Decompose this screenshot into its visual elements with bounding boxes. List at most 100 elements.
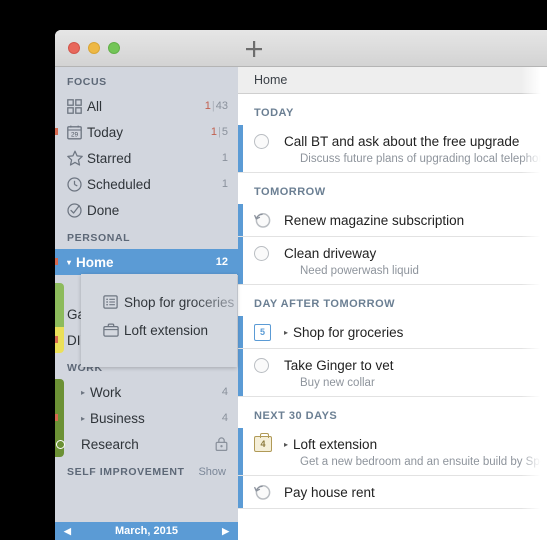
- minimize-button[interactable]: [88, 42, 100, 54]
- count-total: 5: [221, 126, 228, 138]
- circle-icon[interactable]: [254, 133, 284, 149]
- sidebar-item-business[interactable]: ▸ Business 4: [55, 405, 238, 431]
- show-link[interactable]: Show: [198, 466, 226, 478]
- badge-number-icon[interactable]: 5: [254, 323, 284, 341]
- task-title-wrap: ▸ Loft extension: [284, 437, 377, 452]
- count-total: 43: [215, 100, 228, 112]
- breadcrumb: Home: [238, 67, 547, 94]
- task-row[interactable]: Take Ginger to vet Buy new collar: [238, 349, 547, 397]
- badge-briefcase-icon[interactable]: 4: [254, 433, 284, 452]
- sidebar-item-starred[interactable]: Starred 1: [55, 145, 238, 171]
- popover-item-label: Loft extension: [124, 322, 209, 338]
- sidebar-item-label: Starred: [87, 150, 132, 166]
- task-row[interactable]: Pay house rent: [238, 476, 547, 509]
- prev-month-arrow-icon[interactable]: ◀: [64, 526, 71, 537]
- popover-item-loft-extension[interactable]: Loft extension: [81, 316, 237, 344]
- home-children-popover: Shop for groceries Loft extension: [81, 274, 237, 367]
- zoom-button[interactable]: [108, 42, 120, 54]
- group-title: TODAY: [254, 107, 294, 119]
- group-title: NEXT 30 DAYS: [254, 410, 338, 422]
- project-color-tab: [55, 283, 64, 331]
- task-title: Call BT and ask about the free upgrade: [284, 133, 520, 149]
- chevron-right-icon[interactable]: ▸: [284, 328, 288, 337]
- repeat-circle-icon[interactable]: [254, 212, 284, 228]
- traffic-lights: [68, 42, 120, 54]
- task-note: Buy new collar: [300, 377, 375, 389]
- task-row[interactable]: 4 ▸ Loft extension Get a new bedroom and …: [238, 428, 547, 476]
- sidebar-section-self-improvement-header: Show SELF IMPROVEMENT: [55, 457, 238, 483]
- task-row[interactable]: 5 ▸ Shop for groceries: [238, 316, 547, 349]
- close-button[interactable]: [68, 42, 80, 54]
- sidebar-section-focus-header: FOCUS: [55, 67, 238, 93]
- star-icon: [67, 150, 87, 166]
- chevron-right-icon[interactable]: ▸: [284, 440, 288, 449]
- sidebar-item-count: 1: [221, 178, 228, 190]
- sidebar-item-count: 1|43: [204, 100, 228, 112]
- briefcase-icon: [103, 323, 124, 337]
- circle-icon[interactable]: [254, 245, 284, 261]
- group-title: TOMORROW: [254, 186, 326, 198]
- task-row[interactable]: Clean driveway Need powerwash liquid: [238, 237, 547, 285]
- sidebar-item-all[interactable]: All 1|43: [55, 93, 238, 119]
- label-text: Work: [90, 384, 122, 400]
- add-task-button[interactable]: [240, 36, 268, 62]
- sidebar-item-today[interactable]: 29 Today 1|5: [55, 119, 238, 145]
- chevron-right-icon[interactable]: ▸: [81, 414, 85, 423]
- sidebar-item-done[interactable]: Done: [55, 197, 238, 223]
- sidebar-item-scheduled[interactable]: Scheduled 1: [55, 171, 238, 197]
- breadcrumb-label: Home: [254, 73, 288, 87]
- list-icon: [103, 295, 124, 309]
- task-group-day-after-tomorrow: 5 ▸ Shop for groceries Take Ginger to vet…: [238, 316, 547, 397]
- task-group-tomorrow: Renew magazine subscription Clean drivew…: [238, 204, 547, 285]
- task-title: Shop for groceries: [293, 324, 404, 340]
- section-title: FOCUS: [67, 76, 107, 88]
- active-dot-icon: [56, 440, 65, 449]
- grid-icon: [67, 98, 87, 114]
- count-hot: 1: [204, 100, 211, 112]
- sidebar-item-research[interactable]: Research: [55, 431, 238, 457]
- sidebar-item-count: 1|5: [210, 126, 228, 138]
- lock-icon: [212, 436, 228, 452]
- task-group-next-30-days: 4 ▸ Loft extension Get a new bedroom and …: [238, 428, 547, 509]
- group-title: DAY AFTER TOMORROW: [254, 298, 396, 310]
- unread-marker: [55, 258, 58, 265]
- sidebar-item-count: 4: [221, 386, 228, 398]
- sidebar-item-label: All: [87, 98, 103, 114]
- section-title: PERSONAL: [67, 232, 131, 244]
- check-circle-icon: [67, 202, 87, 218]
- sidebar-item-work[interactable]: ▸ Work 4: [55, 379, 238, 457]
- chevron-right-icon[interactable]: ▸: [81, 388, 85, 397]
- task-title: Pay house rent: [284, 484, 375, 500]
- sidebar-item-label: Today: [87, 124, 124, 140]
- chevron-down-icon[interactable]: ▾: [67, 258, 71, 267]
- sidebar-item-label: Done: [87, 202, 120, 218]
- sidebar-item-home[interactable]: ▾ Home 12: [55, 249, 238, 275]
- section-title: SELF IMPROVEMENT: [67, 466, 185, 478]
- popover-item-label: Shop for groceries: [124, 294, 235, 310]
- svg-text:29: 29: [71, 131, 79, 138]
- task-note: Discuss future plans of upgrading local …: [300, 153, 547, 165]
- circle-icon[interactable]: [254, 357, 284, 373]
- unread-marker: [55, 414, 58, 421]
- sidebar-section-personal-header: PERSONAL: [55, 223, 238, 249]
- calendar-navigation-bar: ◀ March, 2015 ▶: [55, 522, 238, 540]
- task-note: Get a new bedroom and an ensuite build b…: [300, 456, 547, 468]
- sidebar-item-label: Research: [81, 436, 139, 452]
- task-row[interactable]: Call BT and ask about the free upgrade D…: [238, 125, 547, 173]
- task-row[interactable]: Renew magazine subscription: [238, 204, 547, 237]
- next-month-arrow-icon[interactable]: ▶: [222, 526, 229, 537]
- checklist-count-badge: 5: [254, 323, 271, 341]
- main-content: Home TODAY Call BT and ask about the fre…: [238, 67, 547, 540]
- unread-marker: [55, 128, 58, 135]
- repeat-circle-icon[interactable]: [254, 484, 284, 500]
- calendar-29-icon: 29: [67, 124, 87, 140]
- sidebar-item-count: 4: [221, 412, 228, 424]
- unread-marker: [55, 336, 58, 343]
- task-title: Clean driveway: [284, 245, 377, 261]
- label-text: Home: [76, 254, 114, 270]
- popover-item-shop-for-groceries[interactable]: Shop for groceries: [81, 288, 237, 316]
- group-header-day-after-tomorrow: DAY AFTER TOMORROW: [238, 285, 547, 316]
- sidebar-item-label: ▾ Home: [67, 255, 216, 270]
- sidebar-item-count: 12: [215, 256, 228, 268]
- project-count-badge: 4: [254, 433, 272, 452]
